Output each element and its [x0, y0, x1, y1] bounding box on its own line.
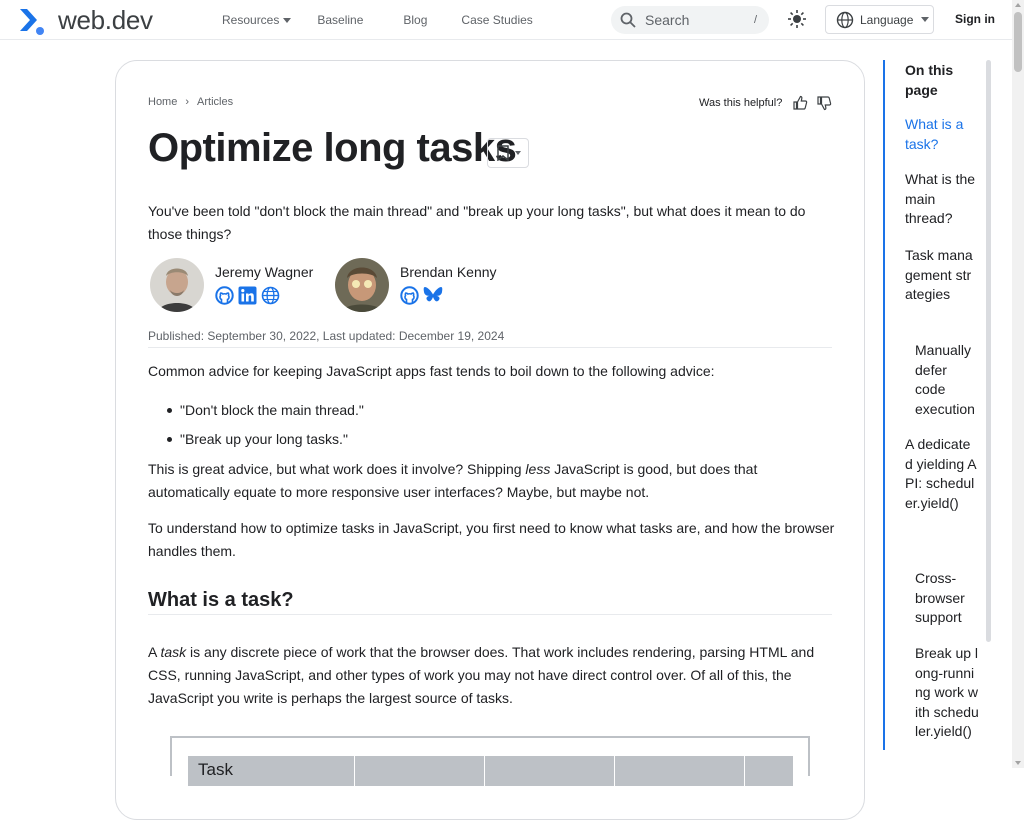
avatar[interactable]	[150, 258, 204, 312]
search-placeholder: Search	[645, 12, 690, 28]
paragraph: A task is any discrete piece of work tha…	[148, 641, 838, 710]
top-navigation: web.dev Resources Baseline Blog Case Stu…	[0, 0, 1012, 40]
language-label: Language	[860, 12, 914, 27]
nav-resources-label: Resources	[222, 13, 280, 27]
linkedin-icon[interactable]	[238, 286, 257, 305]
globe-icon	[836, 11, 854, 28]
nav-blog-label: Blog	[403, 13, 428, 27]
main-nav: Resources Baseline Blog Case Studies	[222, 12, 559, 28]
nav-resources[interactable]: Resources	[222, 12, 292, 28]
author-name[interactable]: Brendan Kenny	[400, 264, 497, 280]
nav-blog[interactable]: Blog	[403, 12, 427, 28]
github-icon[interactable]	[215, 286, 234, 305]
chevron-down-icon	[514, 151, 521, 155]
feedback-widget: Was this helpful?	[699, 95, 832, 111]
sun-icon	[788, 10, 806, 28]
divider	[148, 347, 832, 348]
bluesky-icon[interactable]	[423, 286, 443, 305]
scrollbar-thumb[interactable]	[1014, 12, 1022, 72]
chevron-down-icon	[283, 17, 292, 23]
table-of-contents: On this page What is a task? What is the…	[883, 60, 993, 750]
task-cell	[355, 756, 485, 786]
chevron-down-icon	[921, 17, 930, 22]
logo-text: web.dev	[58, 5, 153, 35]
paragraph: Common advice for keeping JavaScript app…	[148, 363, 715, 379]
breadcrumb-home[interactable]: Home	[148, 96, 177, 108]
paragraph-text: This is great advice, but what work does…	[148, 461, 526, 477]
window-scrollbar[interactable]	[1012, 0, 1024, 768]
toc-item-manually-defer[interactable]: Manually defer code execution	[915, 341, 979, 419]
toc-heading: On this page	[905, 62, 954, 98]
paragraph-text: is any discrete piece of work that the b…	[148, 644, 815, 706]
globe-icon[interactable]	[261, 286, 280, 305]
github-icon[interactable]	[400, 286, 419, 305]
task-label: Task	[198, 760, 233, 779]
paragraph: To understand how to optimize tasks in J…	[148, 520, 835, 559]
emphasis: task	[160, 644, 187, 660]
nav-case-studies-label: Case Studies	[461, 13, 533, 27]
breadcrumb-articles[interactable]: Articles	[197, 96, 233, 108]
toc-item-what-is-a-task[interactable]: What is a task?	[905, 115, 969, 154]
list-item: "Don't block the main thread."	[167, 396, 364, 425]
advice-list: "Don't block the main thread." "Break up…	[167, 396, 364, 454]
intro-paragraph: You've been told "don't block the main t…	[148, 203, 806, 242]
published-date: Published: September 30, 2022, Last upda…	[148, 329, 505, 343]
toc-item-break-up-long-running[interactable]: Break up long-running work with schedule…	[915, 644, 979, 742]
toc-item-task-management[interactable]: Task management strategies	[905, 246, 977, 305]
paragraph: This is great advice, but what work does…	[148, 458, 838, 504]
author-card: Jeremy Wagner	[150, 258, 320, 314]
divider	[148, 614, 832, 615]
list-item: "Break up your long tasks."	[167, 425, 364, 454]
thumb-down-icon[interactable]	[816, 95, 832, 111]
site-logo-link[interactable]: web.dev	[18, 5, 153, 36]
author-links	[400, 286, 443, 305]
toc-item-main-thread[interactable]: What is the main thread?	[905, 170, 977, 229]
helpful-label: Was this helpful?	[699, 97, 783, 109]
language-select[interactable]: Language	[825, 5, 934, 34]
scroll-up-icon[interactable]	[1015, 3, 1021, 7]
search-icon	[620, 12, 636, 28]
section-heading: What is a task?	[148, 589, 294, 611]
nav-case-studies[interactable]: Case Studies	[461, 12, 532, 28]
bookmark-icon	[496, 145, 509, 161]
breadcrumb: Home › Articles	[148, 96, 233, 108]
author-card: Brendan Kenny	[335, 258, 505, 314]
search-shortcut: /	[753, 14, 757, 26]
nav-baseline[interactable]: Baseline	[317, 12, 363, 28]
theme-toggle-button[interactable]	[786, 8, 808, 30]
thumb-up-icon[interactable]	[792, 95, 808, 111]
scroll-down-icon[interactable]	[1015, 761, 1021, 765]
paragraph-text: A	[148, 644, 161, 660]
task-cell	[615, 756, 745, 786]
search-input[interactable]: Search /	[611, 6, 769, 34]
bookmark-button[interactable]	[487, 138, 529, 168]
nav-baseline-label: Baseline	[317, 13, 364, 27]
page-title: Optimize long tasks	[148, 126, 517, 170]
avatar[interactable]	[335, 258, 389, 312]
chevron-right-icon: ›	[185, 96, 190, 108]
emphasis: less	[525, 461, 551, 477]
web-dev-logo-icon	[18, 6, 48, 36]
toc-item-cross-browser[interactable]: Cross-browser support	[915, 569, 979, 628]
author-name[interactable]: Jeremy Wagner	[215, 264, 313, 280]
author-links	[215, 286, 280, 305]
toc-item-scheduler-yield[interactable]: A dedicated yielding API: scheduler.yiel…	[905, 435, 977, 513]
task-cell	[745, 756, 793, 786]
task-cell: Task	[188, 756, 355, 786]
task-diagram-row: Task	[188, 756, 793, 786]
task-diagram-figure: Task	[170, 736, 810, 786]
sign-in-link[interactable]: Sign in	[955, 12, 995, 26]
task-cell	[485, 756, 615, 786]
